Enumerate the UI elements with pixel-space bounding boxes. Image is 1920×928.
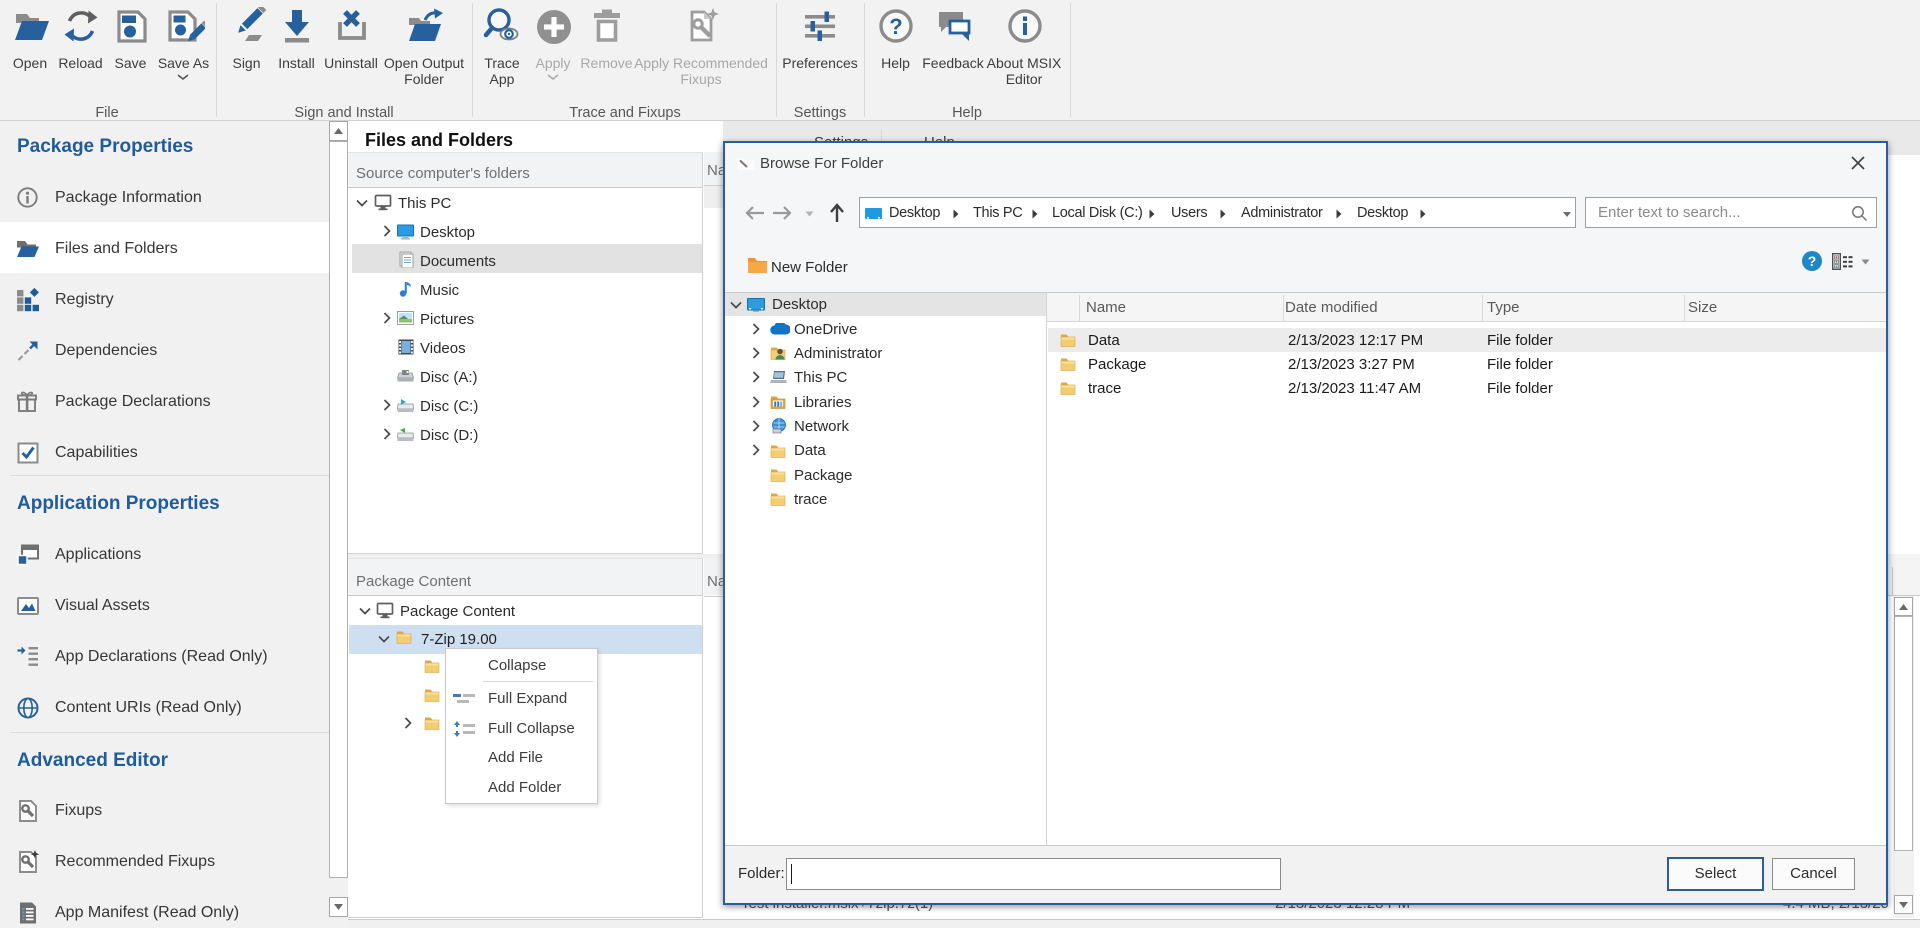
svg-text:?: ? (889, 14, 902, 39)
